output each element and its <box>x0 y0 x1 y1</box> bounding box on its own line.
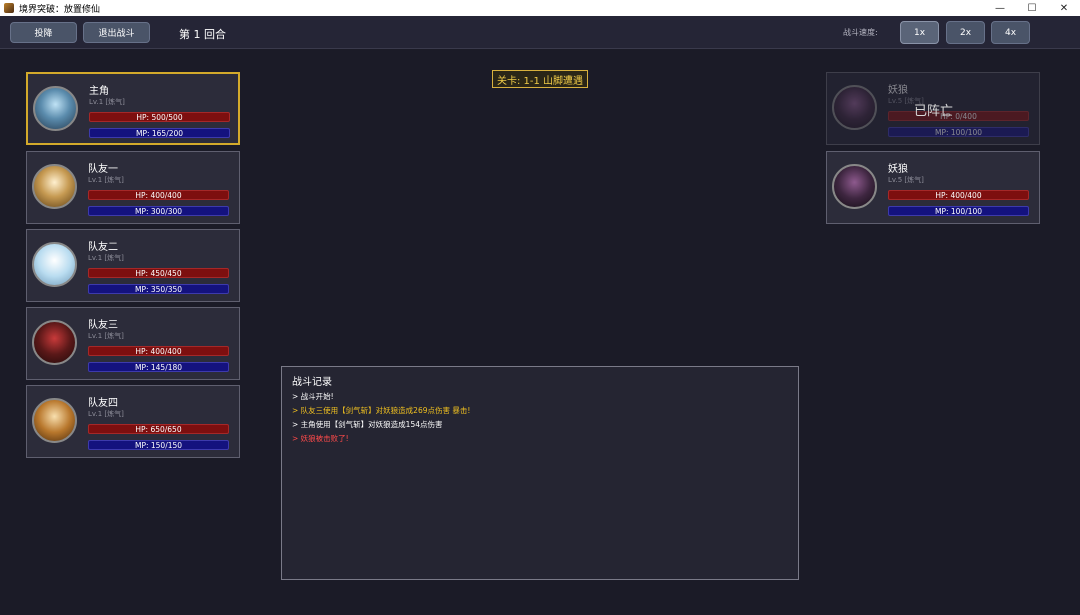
mp-bar: MP: 100/100 <box>888 206 1029 216</box>
unit-name: 队友一 <box>88 164 118 175</box>
battle-log-title: 战斗记录 <box>292 377 332 388</box>
enemy-card-2[interactable]: 妖狼 Lv.5 [炼气] HP: 400/400 MP: 100/100 <box>826 151 1040 224</box>
enemy-card-1[interactable]: 妖狼 Lv.5 [炼气] HP: 0/400 MP: 100/100 已阵亡 <box>826 72 1040 145</box>
ally2-avatar <box>32 242 77 287</box>
battle-log-lines: > 战斗开始! > 队友三使用【剑气斩】对妖狼造成269点伤害 暴击! > 主角… <box>292 390 470 446</box>
speed-1x-button[interactable]: 1x <box>900 21 939 44</box>
mp-bar: MP: 145/180 <box>88 362 229 372</box>
window-title: 境界突破：放置修仙 <box>19 4 101 15</box>
log-line: > 战斗开始! <box>292 392 334 401</box>
unit-level: Lv.1 [炼气] <box>88 176 124 184</box>
mp-bar: MP: 300/300 <box>88 206 229 216</box>
ally-card-2[interactable]: 队友二 Lv.1 [炼气] HP: 450/450 MP: 350/350 <box>26 229 240 302</box>
unit-name: 妖狼 <box>888 164 908 175</box>
hp-bar: HP: 650/650 <box>88 424 229 434</box>
unit-level: Lv.1 [炼气] <box>88 410 124 418</box>
maximize-button[interactable]: ☐ <box>1016 0 1048 16</box>
surrender-button[interactable]: 投降 <box>10 22 77 43</box>
mp-bar: MP: 350/350 <box>88 284 229 294</box>
round-label: 第 1 回合 <box>179 28 226 41</box>
mp-bar: MP: 150/150 <box>88 440 229 450</box>
unit-level: Lv.5 [炼气] <box>888 176 924 184</box>
app-icon <box>4 3 14 13</box>
log-line: > 妖狼被击败了! <box>292 434 349 443</box>
hp-bar: HP: 450/450 <box>88 268 229 278</box>
stage-banner: 关卡: 1-1 山脚遭遇 <box>492 70 588 88</box>
unit-name: 队友二 <box>88 242 118 253</box>
minimize-button[interactable]: — <box>984 0 1016 16</box>
battle-log-panel[interactable]: 战斗记录 > 战斗开始! > 队友三使用【剑气斩】对妖狼造成269点伤害 暴击!… <box>281 366 799 580</box>
hero-avatar <box>33 86 78 131</box>
ally4-avatar <box>32 398 77 443</box>
unit-level: Lv.1 [炼气] <box>89 98 125 106</box>
unit-level: Lv.1 [炼气] <box>88 332 124 340</box>
ally-card-4[interactable]: 队友四 Lv.1 [炼气] HP: 650/650 MP: 150/150 <box>26 385 240 458</box>
unit-name: 队友三 <box>88 320 118 331</box>
exit-battle-button[interactable]: 退出战斗 <box>83 22 150 43</box>
wolf-avatar <box>832 164 877 209</box>
speed-4x-button[interactable]: 4x <box>991 21 1030 44</box>
hp-bar: HP: 400/400 <box>88 190 229 200</box>
log-line: > 主角使用【剑气斩】对妖狼造成154点伤害 <box>292 420 443 429</box>
unit-name: 妖狼 <box>888 85 908 96</box>
battle-speed-label: 战斗速度: <box>843 28 878 37</box>
wolf-avatar <box>832 85 877 130</box>
ally-card-1[interactable]: 队友一 Lv.1 [炼气] HP: 400/400 MP: 300/300 <box>26 151 240 224</box>
unit-level: Lv.1 [炼气] <box>88 254 124 262</box>
ally1-avatar <box>32 164 77 209</box>
close-button[interactable]: ✕ <box>1048 0 1080 16</box>
hp-bar: HP: 400/400 <box>88 346 229 356</box>
hp-bar: HP: 0/400 <box>888 111 1029 121</box>
mp-bar: MP: 165/200 <box>89 128 230 138</box>
hp-bar: HP: 500/500 <box>89 112 230 122</box>
log-line: > 队友三使用【剑气斩】对妖狼造成269点伤害 暴击! <box>292 406 471 415</box>
ally-card-3[interactable]: 队友三 Lv.1 [炼气] HP: 400/400 MP: 145/180 <box>26 307 240 380</box>
speed-2x-button[interactable]: 2x <box>946 21 985 44</box>
battle-toolbar: 投降 退出战斗 第 1 回合 战斗速度: 1x 2x 4x <box>0 16 1080 49</box>
window-titlebar: 境界突破：放置修仙 — ☐ ✕ <box>0 0 1080 16</box>
ally3-avatar <box>32 320 77 365</box>
dead-label: 已阵亡 <box>914 104 954 119</box>
ally-card-hero[interactable]: 主角 Lv.1 [炼气] HP: 500/500 MP: 165/200 <box>26 72 240 145</box>
unit-name: 主角 <box>89 86 109 97</box>
unit-name: 队友四 <box>88 398 118 409</box>
mp-bar: MP: 100/100 <box>888 127 1029 137</box>
hp-bar: HP: 400/400 <box>888 190 1029 200</box>
